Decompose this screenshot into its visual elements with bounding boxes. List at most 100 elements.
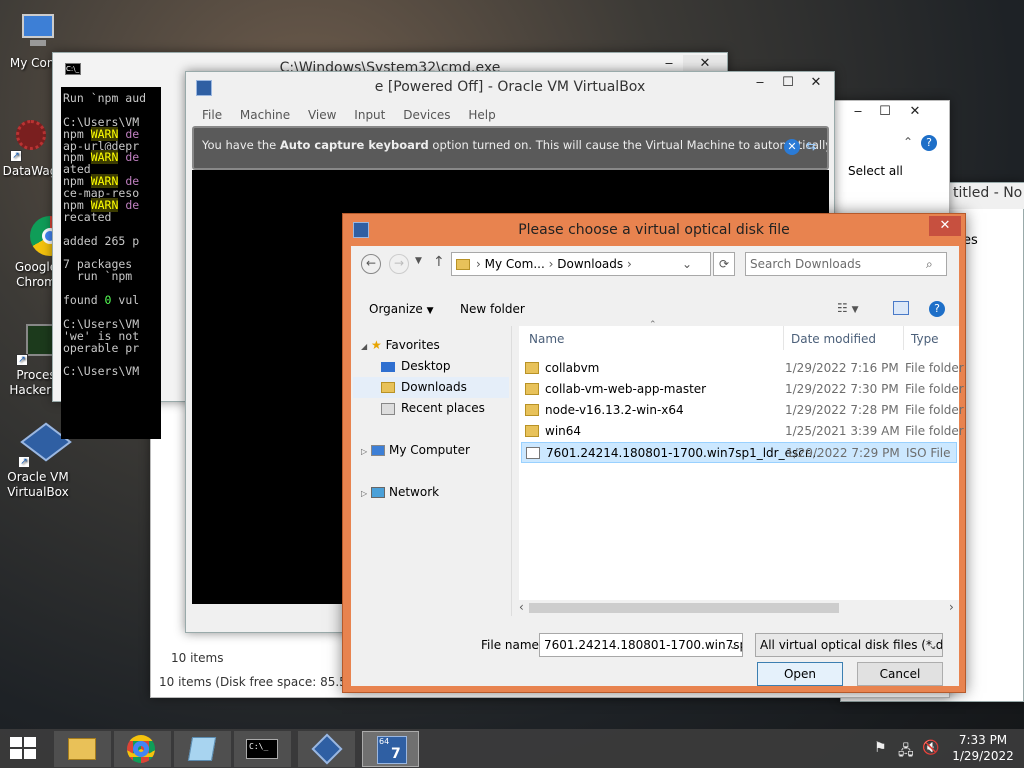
taskbar-virtualbox[interactable] <box>298 731 355 767</box>
file-type-select[interactable]: All virtual optical disk files (*.dr ⌄ <box>755 633 943 657</box>
virtualbox-vm-icon: 64 7 <box>377 736 407 764</box>
up-button[interactable]: ↑ <box>433 254 445 270</box>
windows-logo-icon <box>10 737 36 759</box>
search-icon: ⌕ <box>926 257 933 271</box>
filename-input[interactable]: 7601.24214.180801-1700.win7sp1_l ⌄ <box>539 633 743 657</box>
menu-input[interactable]: Input <box>354 108 385 122</box>
menu-help[interactable]: Help <box>468 108 495 122</box>
file-date: 1/29/2022 7:28 PM <box>785 403 899 417</box>
address-bar[interactable]: › My Com... › Downloads › ⌄ <box>451 252 711 276</box>
view-options-icon[interactable]: ☷ ▼ <box>837 301 859 315</box>
file-type: File folder <box>905 382 964 396</box>
clock-date: 1/29/2022 <box>952 749 1014 763</box>
taskbar-cmd[interactable]: C:\_ <box>234 731 291 767</box>
notice-dismiss-icon[interactable]: ⇆ <box>806 139 816 153</box>
console-line: found 0 vul <box>63 293 140 308</box>
flag-icon[interactable]: ⚑ <box>874 740 887 756</box>
nav-desktop[interactable]: Desktop <box>381 356 531 377</box>
file-row[interactable]: collabvm 1/29/2022 7:16 PM File folder <box>521 358 964 379</box>
close-button[interactable]: ✕ <box>929 216 961 236</box>
scroll-left-icon[interactable]: ‹ <box>519 600 524 614</box>
recent-dropdown-icon[interactable]: ▼ <box>415 256 422 266</box>
nav-favorites[interactable]: ◢ ★ Favorites <box>361 335 511 356</box>
file-row[interactable]: win64 1/25/2021 3:39 AM File folder <box>521 421 964 442</box>
nav-recent-places[interactable]: Recent places <box>381 398 531 419</box>
folder-icon <box>456 259 470 270</box>
file-explorer-icon <box>68 738 96 760</box>
expand-ribbon-icon[interactable]: ⌃ <box>903 135 913 149</box>
open-button[interactable]: Open <box>757 662 843 686</box>
file-name: collabvm <box>545 361 600 375</box>
back-button[interactable]: ← <box>361 254 381 274</box>
taskbar-chrome[interactable] <box>114 731 171 767</box>
console-line: C:\Users\VM <box>63 364 140 379</box>
close-button[interactable]: ✕ <box>802 74 830 94</box>
file-date: 1/25/2021 3:39 AM <box>785 424 900 438</box>
taskbar: C:\_ 64 7 ⚑ 🖧 🔇 7:33 PM 1/29/2022 <box>0 729 1024 768</box>
virtualbox-icon <box>311 733 343 765</box>
organize-button[interactable]: Organize ▼ <box>369 302 434 316</box>
computer-icon <box>16 10 60 54</box>
minimize-button[interactable]: ‒ <box>746 74 774 94</box>
taskbar-file-explorer[interactable] <box>54 731 111 767</box>
file-row[interactable]: collab-vm-web-app-master 1/29/2022 7:30 P… <box>521 379 964 400</box>
forward-button[interactable]: → <box>389 254 409 274</box>
close-button[interactable]: ✕ <box>901 103 929 123</box>
nav-downloads[interactable]: Downloads <box>353 377 509 398</box>
file-type: File folder <box>905 403 964 417</box>
folder-icon <box>525 362 539 374</box>
help-icon[interactable]: ? <box>929 301 945 317</box>
column-name[interactable]: Name <box>529 332 564 346</box>
preview-pane-icon[interactable] <box>893 301 909 315</box>
column-type[interactable]: Type <box>911 332 939 346</box>
menu-file[interactable]: File <box>202 108 222 122</box>
volume-muted-icon[interactable]: 🔇 <box>922 740 939 756</box>
select-all-button[interactable]: Select all <box>848 164 903 178</box>
menu-machine[interactable]: Machine <box>240 108 290 122</box>
console-line: added 265 p <box>63 233 140 248</box>
horizontal-scrollbar[interactable]: ‹ › <box>519 600 959 616</box>
virtualbox-icon <box>353 222 369 238</box>
file-type: ISO File <box>906 446 951 460</box>
clock[interactable]: 7:33 PM 1/29/2022 <box>948 732 1018 764</box>
menu-devices[interactable]: Devices <box>403 108 450 122</box>
network-icon <box>370 487 385 498</box>
network-tray-icon[interactable]: 🖧 <box>898 740 914 764</box>
virtualbox-icon <box>196 80 212 96</box>
file-date: 1/29/2022 7:29 PM <box>786 446 900 460</box>
menu-view[interactable]: View <box>308 108 336 122</box>
maximize-button[interactable]: ☐ <box>871 103 899 123</box>
cancel-button[interactable]: Cancel <box>857 662 943 686</box>
maximize-button[interactable]: ☐ <box>774 74 802 94</box>
new-folder-button[interactable]: New folder <box>460 302 525 316</box>
chevron-down-icon[interactable]: ⌄ <box>728 634 738 656</box>
taskbar-virtualbox-vm[interactable]: 64 7 <box>362 731 419 767</box>
nav-my-computer[interactable]: ▷ My Computer <box>361 440 511 461</box>
help-icon[interactable]: ? <box>921 135 937 151</box>
nav-network[interactable]: ▷ Network <box>361 482 511 503</box>
breadcrumb-my-computer[interactable]: My Com... <box>485 257 545 271</box>
filename-label: File name: <box>481 638 543 652</box>
start-button[interactable] <box>10 737 36 759</box>
refresh-button[interactable]: ⟳ <box>713 252 735 276</box>
star-icon: ★ <box>370 338 382 352</box>
desktop-icon <box>381 361 395 372</box>
open-file-dialog[interactable]: Please choose a virtual optical disk fil… <box>342 213 966 693</box>
folder-icon <box>525 425 539 437</box>
virtualbox-icon: ↗ <box>16 422 72 468</box>
scroll-right-icon[interactable]: › <box>949 600 954 614</box>
scrollbar-thumb[interactable] <box>529 603 839 613</box>
file-row[interactable]: node-v16.13.2-win-x64 1/29/2022 7:28 PM Fi… <box>521 400 964 421</box>
folder-icon <box>525 383 539 395</box>
minimize-button[interactable]: ‒ <box>844 103 872 123</box>
search-input[interactable]: Search Downloads ⌕ <box>745 252 947 276</box>
taskbar-notepad[interactable] <box>174 731 231 767</box>
file-row[interactable]: 7601.24214.180801-1700.win7sp1_ldr_escr.… <box>521 442 957 463</box>
breadcrumb-downloads[interactable]: Downloads <box>557 257 623 271</box>
menu-bar: File Machine View Input Devices Help <box>202 108 510 122</box>
column-date[interactable]: Date modified <box>791 332 876 346</box>
notice-close-icon[interactable]: ✕ <box>784 139 800 155</box>
file-list: ⌃ Name Date modified Type collabvm 1/29/2… <box>519 320 964 616</box>
address-dropdown-icon[interactable]: ⌄ <box>682 253 692 275</box>
pane-divider[interactable] <box>511 326 512 616</box>
